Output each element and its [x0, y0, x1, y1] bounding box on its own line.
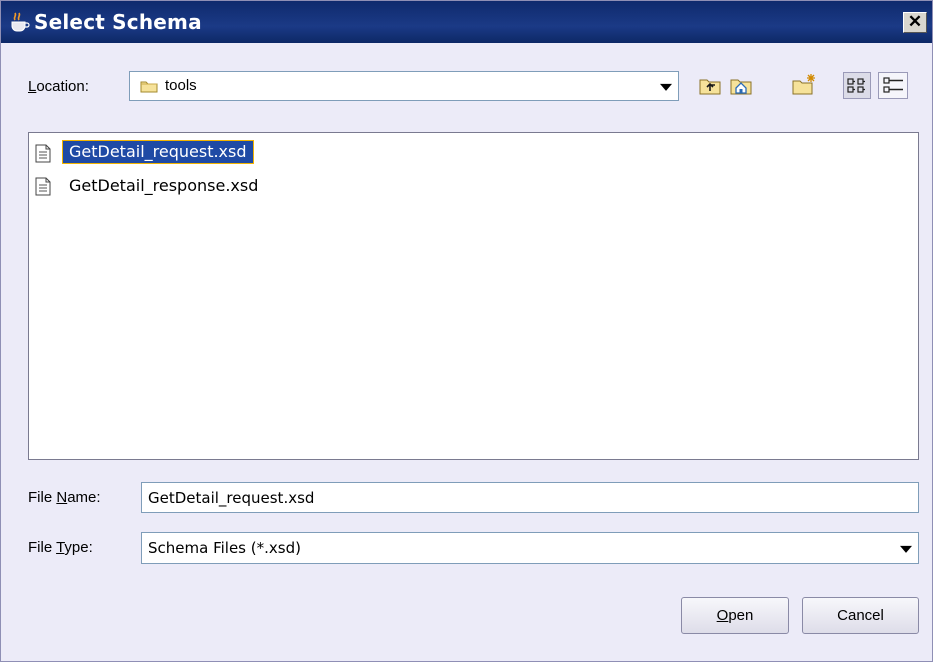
location-label-rest: ocation:	[36, 78, 89, 95]
file-type-value: Schema Files (*.xsd)	[148, 539, 301, 557]
close-icon: ✕	[907, 12, 923, 31]
new-folder-icon	[792, 74, 815, 95]
open-button-mnemonic: O	[716, 607, 729, 624]
list-view-icon	[847, 78, 865, 93]
new-folder-button[interactable]	[790, 72, 818, 99]
select-schema-dialog: Select Schema ✕ Location: tools GetDetai…	[0, 0, 933, 662]
file-list[interactable]: GetDetail_request.xsd GetDetail_response.…	[28, 132, 919, 460]
file-name-label-mnemonic: N	[56, 489, 68, 506]
details-view-button[interactable]	[878, 72, 908, 99]
up-one-level-button[interactable]	[696, 72, 724, 99]
location-dropdown[interactable]: tools	[129, 71, 679, 101]
details-view-icon	[883, 77, 903, 93]
open-button[interactable]: Open	[681, 597, 789, 634]
dialog-title: Select Schema	[34, 10, 202, 34]
file-name-text: GetDetail_response.xsd	[69, 176, 259, 195]
folder-icon	[140, 81, 158, 93]
file-name-label: File Name:	[28, 489, 101, 506]
file-name-label-prefix: File	[28, 489, 57, 506]
file-name-value: GetDetail_request.xsd	[148, 489, 315, 507]
folder-up-icon	[699, 79, 721, 95]
file-type-dropdown[interactable]: Schema Files (*.xsd)	[141, 532, 919, 564]
home-icon	[730, 79, 752, 95]
file-name-text: GetDetail_request.xsd	[62, 140, 254, 164]
open-button-label: pen	[728, 607, 754, 624]
document-icon	[35, 144, 51, 163]
coffee-cup-icon	[11, 12, 30, 32]
title-bar[interactable]: Select Schema ✕	[1, 1, 932, 43]
close-button[interactable]: ✕	[903, 12, 927, 33]
list-view-button[interactable]	[843, 72, 871, 99]
chevron-down-icon[interactable]	[900, 545, 912, 553]
file-name-field[interactable]: GetDetail_request.xsd	[141, 482, 919, 513]
file-type-label-rest: ype:	[64, 539, 93, 556]
home-button[interactable]	[727, 72, 755, 99]
file-type-label-prefix: File	[28, 539, 57, 556]
cancel-button-label: Cancel	[837, 607, 884, 624]
cancel-button[interactable]: Cancel	[802, 597, 919, 634]
file-type-label: File Type:	[28, 539, 93, 556]
chevron-down-icon[interactable]	[660, 83, 672, 91]
location-value: tools	[165, 77, 197, 94]
file-name-label-rest: ame:	[67, 489, 101, 506]
location-label: Location:	[28, 78, 89, 95]
document-icon	[35, 177, 51, 196]
